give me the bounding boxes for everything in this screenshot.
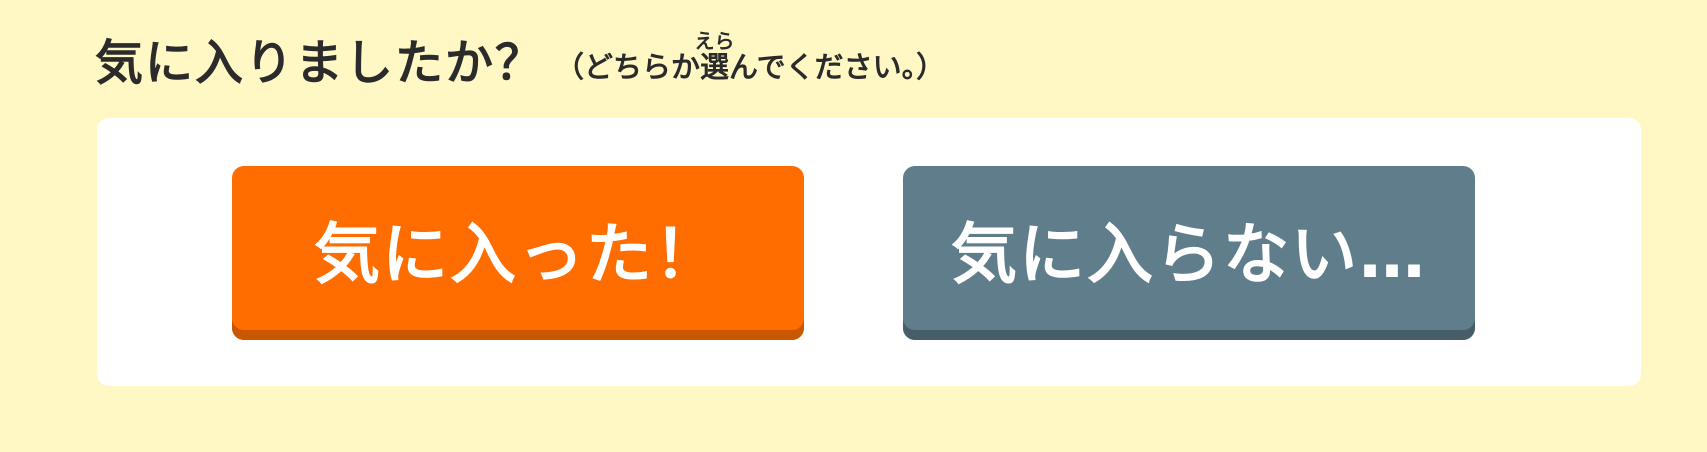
- prompt-header: 気に入りましたか？ （どちらか選えらんでください。）: [95, 29, 946, 95]
- choice-hint: （どちらか選えらんでください。）: [555, 29, 946, 91]
- like-button-label: 気に入った！: [314, 216, 722, 293]
- question-title: 気に入りましたか？: [95, 35, 546, 91]
- hint-before: （どちらか: [555, 50, 701, 84]
- hint-furigana: えら: [694, 29, 735, 53]
- hint-after: んでください。）: [729, 50, 946, 84]
- dislike-button-label: 気に入らない…: [951, 216, 1427, 293]
- dislike-button[interactable]: 気に入らない…: [903, 166, 1475, 340]
- like-button[interactable]: 気に入った！: [232, 166, 804, 340]
- hint-ruby-word: 選えら: [695, 29, 735, 84]
